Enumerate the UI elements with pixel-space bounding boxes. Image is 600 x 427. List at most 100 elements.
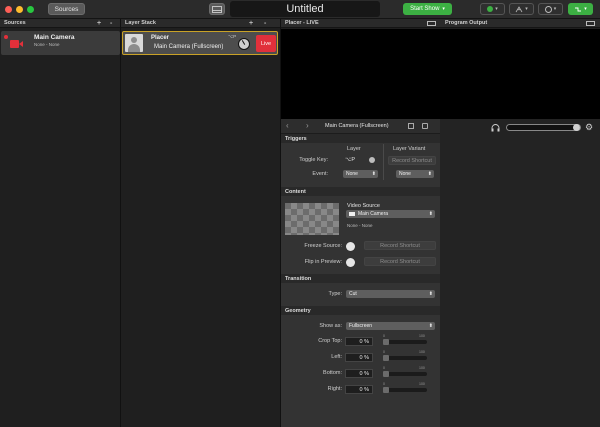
crop-bottom-label: Bottom: (323, 370, 342, 376)
layer-stack-header-label: Layer Stack (125, 20, 156, 26)
gear-icon[interactable]: ⚙ (585, 122, 593, 133)
freeze-source-toggle[interactable] (346, 242, 355, 251)
crop-right-slider[interactable]: 0 100 (383, 382, 427, 393)
sources-button[interactable]: Sources (48, 3, 85, 15)
layer-source: Main Camera (Fullscreen) (154, 44, 224, 50)
flip-preview-toggle[interactable] (346, 258, 355, 267)
inspector-title: Main Camera (Fullscreen) (325, 123, 389, 129)
record-control[interactable]: ▾ (480, 3, 505, 15)
slider-max-label: 100 (419, 334, 425, 338)
event-value: None (346, 171, 358, 177)
slider-knob[interactable] (383, 387, 389, 393)
video-source-detail: None - None (347, 223, 373, 228)
crop-bottom-field[interactable]: 0 % (345, 369, 373, 378)
popout-icon[interactable] (427, 21, 436, 26)
layer-shortcut: ⌥P (228, 34, 237, 39)
crop-top-field[interactable]: 0 % (345, 337, 373, 346)
variant-event-popup[interactable]: None ⬍ (396, 170, 434, 178)
layout-icon (212, 5, 222, 13)
transition-type-label: Type: (328, 291, 342, 297)
slider-track (383, 356, 427, 360)
slider-knob[interactable] (383, 339, 389, 345)
layer-variant-column-label: Layer Variant (393, 146, 426, 152)
slider-min-label: 0 (383, 382, 385, 386)
video-source-thumbnail (285, 203, 339, 235)
event-label: Event: (312, 171, 328, 177)
forward-button[interactable]: › (306, 121, 309, 130)
back-button[interactable]: ‹ (286, 121, 289, 130)
chevron-down-icon: ▾ (584, 6, 587, 12)
camera-icon (10, 39, 23, 49)
chevron-down-icon: ▾ (525, 6, 528, 12)
preview-header-label: Placer - LIVE (285, 20, 319, 26)
start-show-button[interactable]: Start Show ▾ (403, 3, 452, 15)
show-as-popup[interactable]: Fullscreen ⬍ (346, 322, 435, 330)
video-source-popup[interactable]: Main Camera ⬍ (346, 210, 435, 218)
toggle-key-value[interactable]: ⌥P (345, 157, 355, 163)
crop-top-slider[interactable]: 0 100 (383, 334, 427, 345)
freeze-record-shortcut-button[interactable]: Record Shortcut (364, 241, 436, 250)
show-as-label: Show as: (319, 323, 342, 329)
stream-status-control[interactable]: ▾ (568, 3, 593, 15)
crop-left-label: Left: (331, 354, 342, 360)
toggle-key-label: Toggle Key: (299, 157, 328, 163)
source-item-main-camera[interactable]: Main Camera None - None (1, 31, 120, 55)
start-show-label: Start Show (410, 6, 440, 12)
crop-bottom-slider[interactable]: 0 100 (383, 366, 427, 377)
add-layer-button[interactable]: + (249, 19, 253, 28)
crop-right-label: Right: (327, 386, 342, 392)
headphones-icon[interactable] (491, 123, 500, 132)
audio-volume-slider[interactable] (506, 124, 581, 131)
event-popup[interactable]: None ⬍ (343, 170, 378, 178)
document-title[interactable]: Untitled (230, 1, 380, 17)
dial-icon[interactable] (238, 38, 250, 50)
layer-name: Placer (151, 35, 170, 41)
layout-toggle-button[interactable] (209, 3, 225, 15)
flip-preview-label: Flip in Preview: (304, 259, 342, 265)
transition-section-header: Transition (281, 274, 440, 283)
flip-record-shortcut-button[interactable]: Record Shortcut (364, 257, 436, 266)
slider-min-label: 0 (383, 366, 385, 370)
crop-right-field[interactable]: 0 % (345, 385, 373, 394)
output-destination-control[interactable]: ▾ (509, 3, 534, 15)
minimize-window-button[interactable] (16, 6, 23, 13)
layer-item-placer[interactable]: Placer Main Camera (Fullscreen) ⌥P Live (122, 31, 278, 55)
settings-control[interactable]: ▾ (538, 3, 563, 15)
inspector-title-bar: ‹ › Main Camera (Fullscreen) (281, 119, 440, 134)
zoom-window-button[interactable] (27, 6, 34, 13)
column-divider (383, 144, 384, 180)
slider-knob[interactable] (383, 371, 389, 377)
slider-min-label: 0 (383, 334, 385, 338)
freeze-source-label: Freeze Source: (304, 243, 342, 249)
slider-knob[interactable] (383, 355, 389, 361)
crop-left-field[interactable]: 0 % (345, 353, 373, 362)
geometry-section-header: Geometry (281, 306, 440, 315)
preview-header: Placer - LIVE (281, 19, 441, 28)
placer-thumbnail-icon (125, 34, 143, 52)
clear-shortcut-icon[interactable] (369, 157, 375, 163)
slider-min-label: 0 (383, 350, 385, 354)
add-source-button[interactable]: + (97, 19, 101, 28)
popout-icon[interactable] (586, 21, 595, 26)
sources-header: Sources + - (0, 19, 120, 28)
slider-max-label: 100 (419, 366, 425, 370)
chevron-updown-icon: ⬍ (371, 171, 376, 177)
remove-source-button[interactable]: - (110, 19, 112, 28)
live-toggle-button[interactable]: Live (256, 35, 276, 52)
crop-left-slider[interactable]: 0 100 (383, 350, 427, 361)
chevron-updown-icon: ⬍ (427, 171, 432, 177)
sources-panel: Sources + - (0, 19, 121, 427)
volume-knob[interactable] (573, 124, 580, 131)
crop-top-label: Crop Top: (318, 338, 342, 344)
close-window-button[interactable] (5, 6, 12, 13)
program-output-label: Program Output (445, 20, 488, 26)
duplicate-icon[interactable] (408, 123, 414, 129)
variant-record-shortcut-button[interactable]: Record Shortcut (388, 156, 436, 165)
content-section-header: Content (281, 187, 440, 196)
slider-max-label: 100 (419, 382, 425, 386)
slider-track (383, 388, 427, 392)
copy-icon[interactable] (422, 123, 428, 129)
gauge-icon (544, 5, 552, 13)
remove-layer-button[interactable]: - (264, 19, 266, 28)
transition-type-popup[interactable]: Cut ⬍ (346, 290, 435, 298)
